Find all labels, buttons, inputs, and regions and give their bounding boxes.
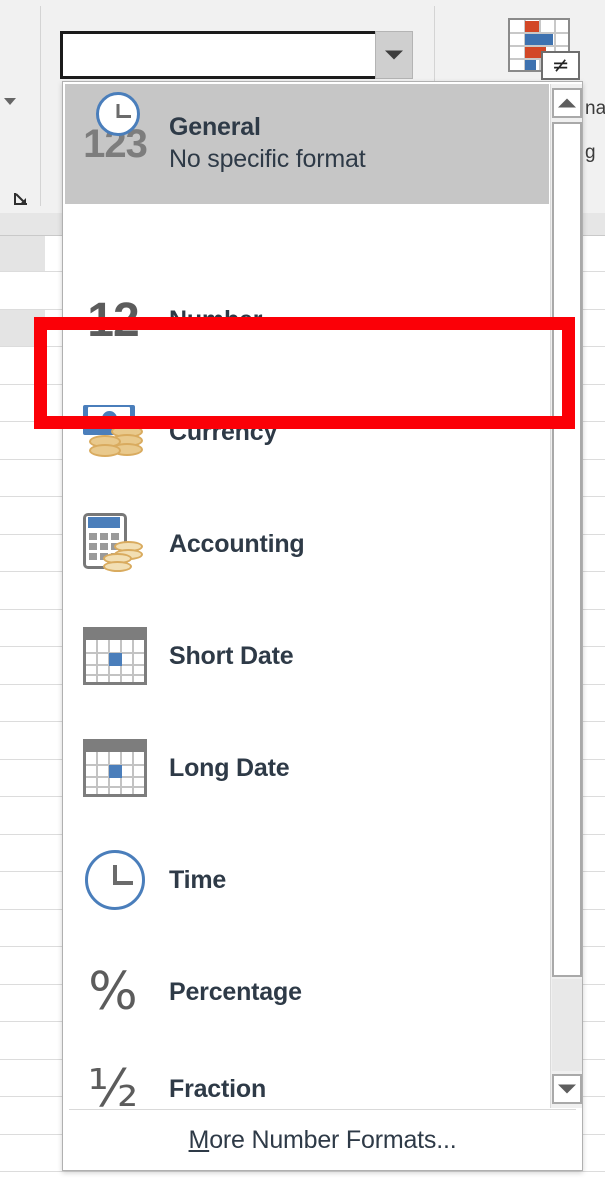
- menu-item-fraction[interactable]: ½ Fraction: [65, 1033, 549, 1109]
- number-format-list: 123 General No specific format 12 Number: [63, 82, 582, 1109]
- scroll-up-arrow-icon[interactable]: [552, 88, 582, 118]
- scroll-track[interactable]: [552, 979, 582, 1071]
- menu-item-labels: Time: [161, 865, 549, 895]
- number-format-dropdown-button[interactable]: [375, 31, 413, 79]
- cf-bar-blue: [525, 60, 536, 70]
- calendar-icon: [65, 600, 161, 712]
- worksheet-cell[interactable]: [0, 310, 45, 346]
- menu-item-labels: Percentage: [161, 977, 549, 1007]
- cf-bar-blue: [525, 34, 553, 45]
- menu-item-title: Long Date: [169, 754, 290, 782]
- conditional-formatting-icon[interactable]: ≠: [508, 18, 580, 80]
- ribbon-overflow-caret-icon[interactable]: [0, 92, 22, 110]
- menu-item-labels: Number: [161, 305, 549, 335]
- ribbon-clipped-label-top: na: [585, 98, 605, 119]
- clock-icon: [65, 824, 161, 936]
- worksheet-cell[interactable]: [0, 236, 45, 271]
- menu-item-title: General: [169, 113, 261, 141]
- accounting-calculator-coins-icon: [65, 488, 161, 600]
- menu-item-labels: General No specific format: [161, 112, 549, 176]
- scroll-down-arrow-icon[interactable]: [552, 1074, 582, 1104]
- menu-item-title: Accounting: [169, 530, 305, 558]
- currency-banknote-coins-icon: [65, 376, 161, 488]
- menu-item-labels: Fraction: [161, 1074, 549, 1104]
- menu-item-title: Time: [169, 866, 227, 894]
- number-format-combobox[interactable]: [60, 31, 410, 79]
- menu-item-labels: Accounting: [161, 529, 549, 559]
- menu-item-long-date[interactable]: Long Date: [65, 712, 549, 824]
- percent-glyph: %: [88, 962, 138, 1022]
- dialog-launcher-icon[interactable]: [12, 190, 32, 210]
- cf-bar-red: [525, 21, 539, 32]
- menu-item-labels: Long Date: [161, 753, 549, 783]
- general-123-clock-icon: 123: [65, 84, 161, 204]
- menu-item-number[interactable]: 12 Number: [65, 264, 549, 376]
- menu-item-percentage[interactable]: % Percentage: [65, 936, 549, 1048]
- scroll-thumb[interactable]: [552, 122, 582, 977]
- percent-icon: %: [65, 936, 161, 1048]
- menu-item-title: Number: [169, 306, 263, 334]
- menu-item-labels: Short Date: [161, 641, 549, 671]
- number-format-value[interactable]: [71, 42, 397, 72]
- number-format-dropdown-panel: 123 General No specific format 12 Number: [62, 81, 583, 1171]
- menu-item-labels: Currency: [161, 417, 549, 447]
- dropdown-scrollbar[interactable]: [550, 84, 582, 1108]
- menu-item-currency[interactable]: Currency: [65, 376, 549, 488]
- fraction-one-half-icon: ½: [65, 1033, 161, 1109]
- worksheet-gridline: [0, 1171, 605, 1172]
- menu-item-accounting[interactable]: Accounting: [65, 488, 549, 600]
- application-root: ≠ na g 123 General No specific format 12…: [0, 0, 605, 1204]
- menu-item-title: Fraction: [169, 1075, 267, 1103]
- more-number-formats-label: More Number Formats...: [189, 1126, 457, 1155]
- menu-item-subtitle: No specific format: [169, 145, 366, 173]
- fraction-glyph: ½: [87, 1059, 139, 1109]
- more-number-formats-button[interactable]: More Number Formats...: [63, 1110, 582, 1170]
- calendar-icon: [65, 712, 161, 824]
- ribbon-divider-left: [40, 6, 41, 206]
- more-number-formats-text: ore Number Formats...: [209, 1125, 457, 1154]
- menu-item-time[interactable]: Time: [65, 824, 549, 936]
- ribbon-clipped-label-bottom: g: [585, 142, 596, 163]
- menu-item-title: Short Date: [169, 642, 294, 670]
- accelerator-letter: M: [188, 1125, 210, 1154]
- number-12-icon: 12: [87, 293, 139, 347]
- menu-item-title: Percentage: [169, 978, 302, 1006]
- chevron-down-icon: [385, 50, 403, 60]
- menu-item-general[interactable]: 123 General No specific format: [65, 84, 549, 204]
- menu-item-short-date[interactable]: Short Date: [65, 600, 549, 712]
- menu-item-title: Currency: [169, 418, 278, 446]
- not-equal-badge-icon: ≠: [541, 51, 580, 80]
